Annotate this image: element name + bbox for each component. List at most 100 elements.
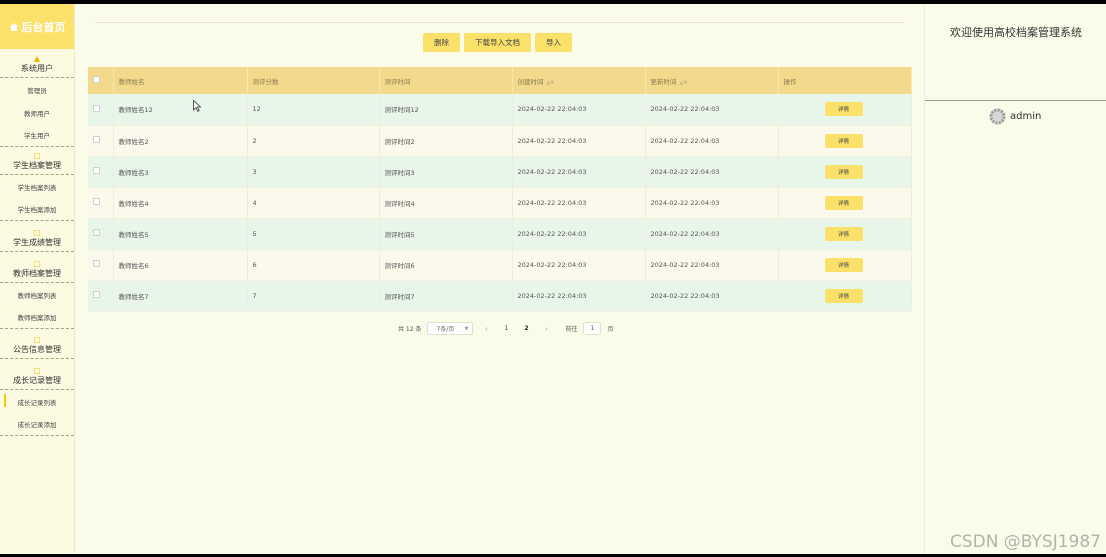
welcome-title: 欢迎使用高校档案管理系统 [950, 26, 1082, 39]
table-row: 教师姓名6 6 测评时间6 2024-02-22 22:04:03 2024-02-22… [88, 249, 912, 281]
select-all-cell [88, 67, 114, 94]
folder-icon: ▢ [33, 335, 41, 344]
records-table: 教师姓名 测评分数 测评时间 创建时间 ▲▼ 更新时间 ▲▼ 操作 教师姓名12 12… [88, 67, 912, 312]
detail-button[interactable]: 详情 [824, 288, 863, 303]
sort-icon[interactable]: ▲▼ [680, 80, 688, 86]
user-info[interactable]: admin [989, 108, 1041, 125]
table-cell: 教师姓名6 [113, 249, 248, 281]
folder-icon: ▢ [33, 259, 41, 268]
group-student-scores[interactable]: ▢ 学生成绩管理 [0, 221, 74, 252]
sidebar-item-growth-list[interactable]: 成长记录列表 [0, 390, 74, 413]
goto-page-input[interactable]: 1 [583, 322, 602, 335]
sidebar-item-admin[interactable]: 管理员 [0, 78, 74, 101]
group-growth-records[interactable]: ▢ 成长记录管理 [0, 359, 74, 390]
table-cell: 3 [247, 156, 380, 188]
detail-button[interactable]: 详情 [824, 195, 863, 210]
sidebar-item-growth-add[interactable]: 成长记录添加 [0, 413, 74, 436]
sidebar: 后台首页 ▲ 系统用户 管理员 教师用户 学生用户 ▢ 学生档案管理 学生档案列… [0, 4, 75, 554]
delete-button[interactable]: 删除 [423, 33, 460, 52]
sidebar-item-teacher-users[interactable]: 教师用户 [0, 101, 74, 124]
table-cell: 2024-02-22 22:04:03 [512, 125, 646, 157]
column-header: 操作 [778, 67, 912, 94]
detail-button[interactable]: 详情 [824, 226, 863, 241]
table-cell: 教师姓名12 [113, 94, 248, 126]
table-cell: 测评时间3 [379, 156, 513, 188]
action-cell: 详情 [778, 280, 912, 312]
page-number-current[interactable]: 2 [519, 322, 533, 335]
select-all-checkbox[interactable] [93, 76, 100, 83]
sidebar-item-teacher-archive-list[interactable]: 教师档案列表 [0, 283, 74, 306]
home-icon [9, 22, 18, 31]
row-checkbox[interactable] [93, 198, 100, 205]
table-cell: 7 [247, 280, 380, 312]
table-cell: 测评时间6 [379, 249, 513, 281]
column-header-sortable[interactable]: 创建时间 ▲▼ [512, 67, 646, 94]
main-content: 删除 下载导入文档 导入 教师姓名 测评分数 测评时间 创建时间 ▲▼ 更新时间 ▲… [75, 4, 924, 554]
table-cell: 教师姓名7 [113, 280, 248, 312]
table-cell: 教师姓名3 [113, 156, 248, 188]
row-checkbox[interactable] [93, 136, 100, 143]
table-cell: 2024-02-22 22:04:03 [512, 156, 646, 188]
import-button[interactable]: 导入 [535, 33, 572, 52]
table-cell: 教师姓名2 [113, 125, 248, 157]
table-cell: 2024-02-22 22:04:03 [645, 94, 779, 126]
action-cell: 详情 [778, 125, 912, 157]
group-system-users[interactable]: ▲ 系统用户 [0, 49, 74, 78]
table-cell: 教师姓名4 [113, 187, 248, 219]
chevron-down-icon: ▼ [464, 325, 469, 332]
sidebar-item-teacher-archive-add[interactable]: 教师档案添加 [0, 306, 74, 329]
table-cell: 2 [247, 125, 380, 157]
detail-button[interactable]: 详情 [824, 164, 863, 179]
goto-suffix: 页 [607, 326, 614, 333]
detail-button[interactable]: 详情 [824, 102, 863, 117]
avatar [989, 108, 1006, 125]
row-select-cell [88, 249, 114, 281]
detail-button[interactable]: 详情 [824, 133, 863, 148]
table-row: 教师姓名4 4 测评时间4 2024-02-22 22:04:03 2024-02-22… [88, 187, 912, 219]
home-label: 后台首页 [21, 20, 66, 34]
table-row: 教师姓名5 5 测评时间5 2024-02-22 22:04:03 2024-02-22… [88, 218, 912, 250]
page-number[interactable]: 1 [499, 322, 513, 335]
table-cell: 6 [247, 249, 380, 281]
group-title: 教师档案管理 [13, 269, 61, 278]
sidebar-item-student-archive-list[interactable]: 学生档案列表 [0, 175, 74, 198]
goto-label: 前往 [565, 326, 578, 333]
group-teacher-archive[interactable]: ▢ 教师档案管理 [0, 252, 74, 283]
table-row: 教师姓名12 12 测评时间12 2024-02-22 22:04:03 2024-02… [88, 94, 912, 126]
toolbar: 删除 下载导入文档 导入 [423, 33, 572, 52]
table-cell: 2024-02-22 22:04:03 [512, 280, 646, 312]
next-page-button[interactable]: › [539, 322, 553, 335]
column-header-label: 更新时间 [650, 77, 677, 86]
table-cell: 2024-02-22 22:04:03 [645, 156, 779, 188]
row-select-cell [88, 280, 114, 312]
folder-icon: ▢ [33, 228, 41, 237]
prev-page-button[interactable]: ‹ [479, 322, 493, 335]
sort-icon[interactable]: ▲▼ [547, 80, 555, 86]
page-size-select[interactable]: 7条/页 ▼ [427, 322, 474, 335]
table-row: 教师姓名3 3 测评时间3 2024-02-22 22:04:03 2024-02-22… [88, 156, 912, 188]
table-body: 教师姓名12 12 测评时间12 2024-02-22 22:04:03 2024-02… [88, 94, 912, 312]
row-checkbox[interactable] [93, 260, 100, 267]
download-template-button[interactable]: 下载导入文档 [464, 33, 531, 52]
action-cell: 详情 [778, 249, 912, 281]
mouse-cursor-icon [193, 100, 201, 112]
table-cell: 5 [247, 218, 380, 250]
group-title: 学生成绩管理 [13, 238, 61, 247]
action-cell: 详情 [778, 187, 912, 219]
column-header-sortable[interactable]: 更新时间 ▲▼ [645, 67, 779, 94]
home-link[interactable]: 后台首页 [0, 4, 74, 49]
page-size-value: 7条/页 [436, 326, 455, 333]
group-student-archive[interactable]: ▢ 学生档案管理 [0, 147, 74, 175]
row-checkbox[interactable] [93, 167, 100, 174]
sidebar-item-student-users[interactable]: 学生用户 [0, 124, 74, 147]
detail-button[interactable]: 详情 [824, 257, 863, 272]
user-icon: ▲ [33, 54, 41, 63]
table-cell: 2024-02-22 22:04:03 [512, 187, 646, 219]
row-checkbox[interactable] [93, 291, 100, 298]
table-cell: 教师姓名5 [113, 218, 248, 250]
row-checkbox[interactable] [93, 104, 100, 112]
sidebar-item-student-archive-add[interactable]: 学生档案添加 [0, 198, 74, 221]
row-checkbox[interactable] [93, 229, 100, 236]
row-select-cell [88, 125, 114, 157]
group-announcements[interactable]: ▢ 公告信息管理 [0, 329, 74, 359]
